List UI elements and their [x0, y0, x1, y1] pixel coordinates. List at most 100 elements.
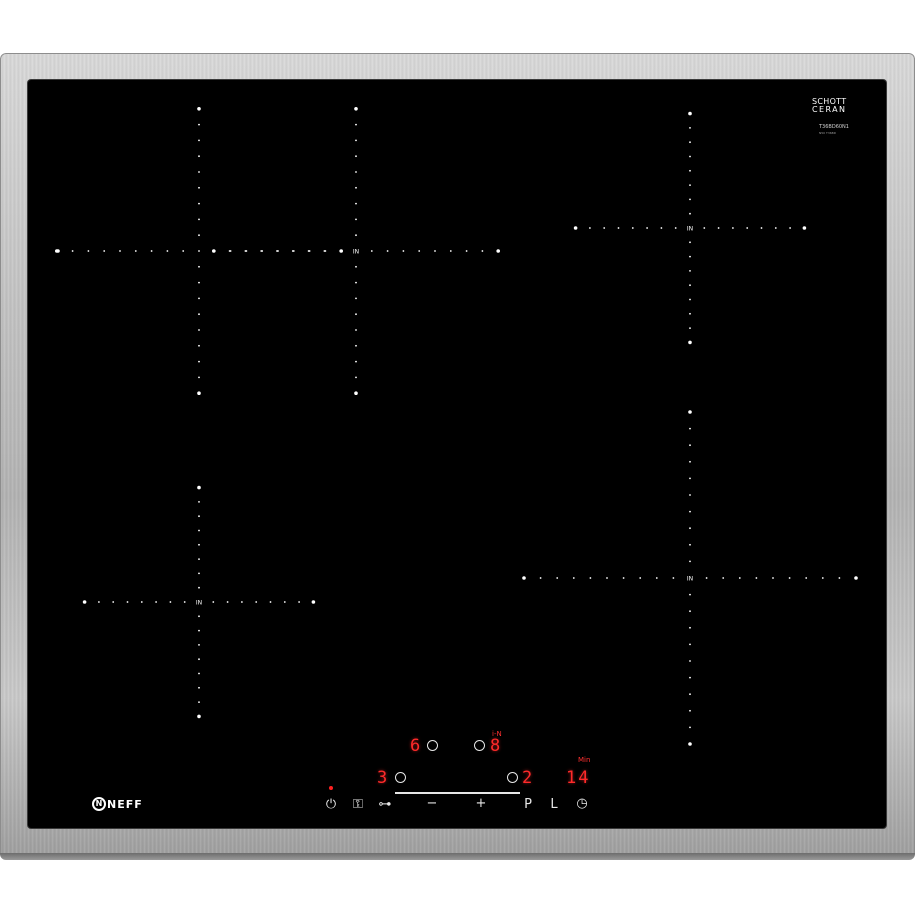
zone-dot-vertical	[689, 255, 691, 258]
zone-dot-horizontal	[119, 250, 121, 252]
zone-dot-vertical	[689, 298, 691, 301]
rear-left-zone-select-button[interactable]	[427, 740, 438, 751]
zone-dot-horizontal	[134, 250, 137, 252]
zone-dot-vertical	[198, 123, 200, 126]
zone-dot-vertical	[198, 186, 200, 189]
zone-dot-horizontal	[646, 227, 648, 229]
zone-dot-horizontal	[788, 577, 791, 579]
lock-button[interactable]: L	[547, 798, 561, 812]
zone-dot-horizontal	[82, 600, 87, 604]
zone-dot-horizontal	[746, 227, 749, 229]
zone-dot-horizontal	[802, 226, 807, 230]
front-left-level-display: 3	[377, 768, 388, 788]
zone-dot-vertical	[689, 284, 691, 287]
zone-dot-vertical	[354, 107, 358, 111]
zone-dot-horizontal	[324, 250, 327, 252]
zone-dot-horizontal	[229, 250, 232, 252]
zone-dot-vertical	[689, 643, 691, 646]
zone-dot-horizontal	[717, 227, 720, 229]
zone-dot-horizontal	[703, 227, 706, 229]
zone-dot-vertical	[198, 501, 200, 503]
zone-dot-horizontal	[226, 601, 229, 603]
zone-rear-left: IN	[212, 107, 501, 396]
zone-dot-horizontal	[298, 601, 300, 603]
zone-front-left: IN	[82, 485, 316, 719]
front-right-zone-select-button[interactable]	[507, 772, 518, 783]
zone-dot-horizontal	[283, 601, 286, 603]
zone-dot-vertical	[689, 726, 691, 729]
zone-dot-vertical	[689, 660, 691, 662]
zone-dot-vertical	[355, 218, 357, 221]
zone-dot-vertical	[689, 527, 691, 530]
model-code: T36BD60N1 N50 T36BD	[819, 124, 849, 136]
zone-dot-vertical	[198, 344, 200, 347]
zone-dot-vertical	[355, 297, 357, 300]
zone-dot-vertical	[354, 391, 358, 396]
zone-dot-horizontal	[821, 577, 824, 579]
zone-dot-horizontal	[655, 577, 658, 579]
zone-dot-horizontal	[606, 577, 608, 579]
timer-button[interactable]: ◷	[574, 797, 590, 811]
zone-dot-horizontal	[755, 577, 758, 579]
child-lock-button[interactable]: ⚿	[350, 798, 366, 812]
zone-induction-label: IN	[353, 249, 359, 256]
zone-dot-horizontal	[631, 227, 634, 229]
zone-dot-horizontal	[589, 577, 592, 579]
zone-dot-horizontal	[418, 250, 421, 252]
zone-dot-horizontal	[126, 601, 129, 603]
zone-dot-horizontal	[732, 227, 734, 229]
zone-dot-vertical	[198, 515, 200, 518]
zone-dot-vertical	[689, 543, 691, 546]
zone-dot-horizontal	[261, 250, 264, 252]
zone-dot-horizontal	[183, 601, 186, 603]
glass-brand-line2: CERAN	[812, 105, 847, 114]
minus-icon: −	[426, 796, 438, 811]
zone-center-dot	[198, 250, 200, 252]
wipe-protect-button[interactable]: ⊶	[375, 798, 395, 812]
zone-dot-vertical	[355, 281, 357, 284]
zone-dot-vertical	[689, 198, 691, 201]
zone-dot-horizontal	[182, 250, 185, 252]
rear-right-zone-select-button[interactable]	[474, 740, 485, 751]
zone-dot-vertical	[689, 327, 691, 329]
zone-dot-horizontal	[660, 227, 663, 229]
zone-dot-vertical	[355, 234, 357, 237]
zone-dot-horizontal	[245, 250, 248, 252]
zone-dot-vertical	[355, 123, 357, 126]
front-left-zone-select-button[interactable]	[395, 772, 406, 783]
powerboost-label: P	[524, 797, 532, 812]
zone-dot-horizontal-outer	[56, 249, 60, 253]
zone-dot-horizontal	[269, 601, 272, 603]
zone-dot-vertical	[689, 460, 691, 463]
zone-dot-vertical	[197, 485, 201, 490]
zone-dot-horizontal	[805, 577, 808, 579]
zone-dot-horizontal	[705, 577, 708, 579]
minus-button[interactable]: −	[424, 797, 440, 811]
zone-dot-vertical	[197, 107, 201, 111]
zone-dot-horizontal	[98, 601, 100, 603]
zone-dot-vertical	[355, 313, 357, 316]
plus-button[interactable]: +	[473, 797, 489, 811]
zone-dot-horizontal	[103, 250, 106, 252]
zone-dot-horizontal	[672, 577, 675, 579]
zone-dot-vertical	[198, 313, 200, 316]
rear-right-indicator: i-N	[492, 730, 502, 738]
zone-dot-vertical	[198, 529, 200, 532]
zone-dot-horizontal	[155, 601, 158, 603]
power-level-slider[interactable]	[395, 792, 520, 794]
zone-dot-horizontal	[639, 577, 642, 579]
key-icon: ⊶	[378, 797, 392, 812]
powerboost-button[interactable]: P	[521, 798, 535, 812]
zone-dot-horizontal	[772, 577, 774, 579]
zone-dot-vertical	[689, 610, 691, 613]
zone-dot-horizontal	[760, 227, 763, 229]
zone-dot-horizontal	[674, 227, 677, 229]
zone-dot-vertical	[198, 658, 200, 661]
zone-rear-right: IN	[573, 111, 807, 345]
zone-dot-horizontal	[603, 227, 606, 229]
zone-dot-horizontal	[617, 227, 620, 229]
zone-dot-vertical	[198, 543, 200, 546]
zone-dot-vertical	[688, 410, 692, 414]
power-button[interactable]: ⏻	[323, 798, 339, 812]
zone-dot-horizontal	[386, 250, 389, 252]
